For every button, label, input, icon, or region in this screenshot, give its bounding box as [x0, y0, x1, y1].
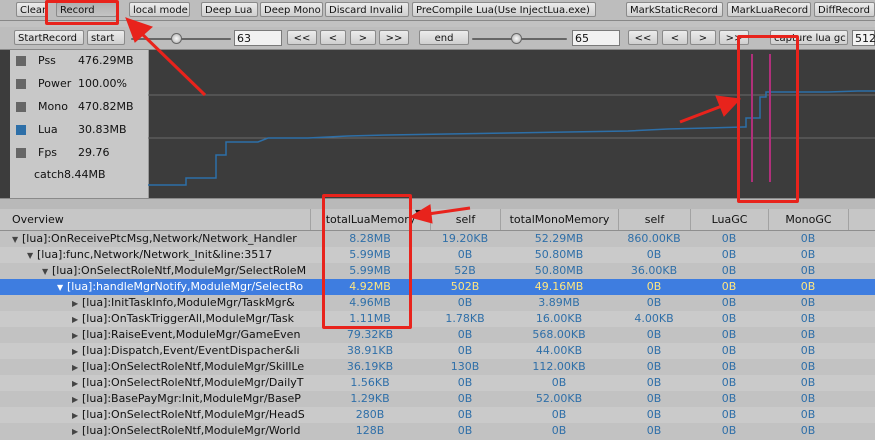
arrow-to-record [138, 30, 207, 97]
annotation-arrows [125, 17, 742, 224]
arrow-head [408, 204, 433, 224]
arrow-to-markers [679, 104, 723, 124]
arrow-head [715, 95, 742, 117]
arrow-to-column [427, 206, 471, 216]
